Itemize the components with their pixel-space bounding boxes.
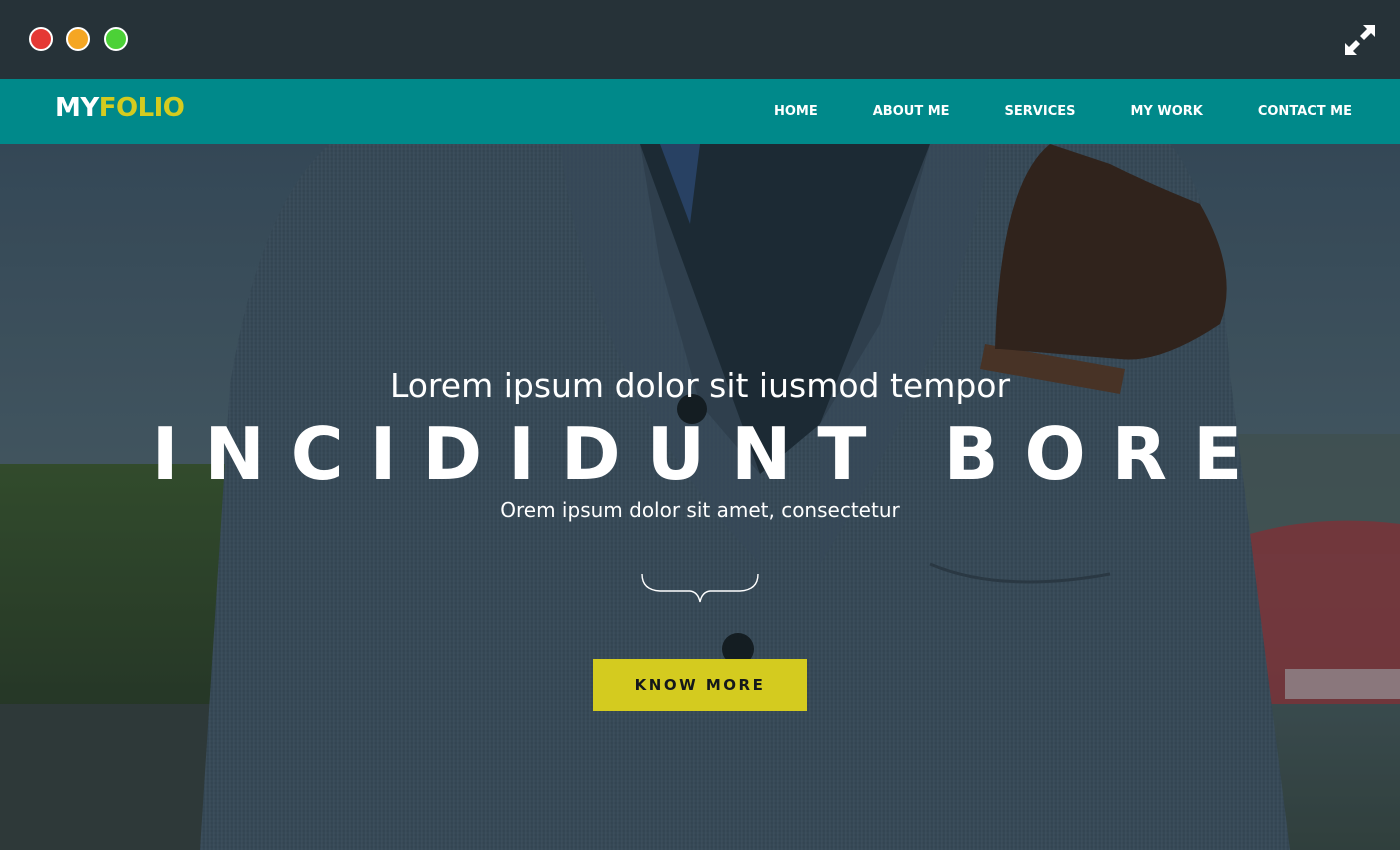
nav-services[interactable]: SERVICES <box>1005 104 1076 119</box>
nav-home[interactable]: HOME <box>774 104 818 119</box>
site-logo[interactable]: MYFOLIO <box>55 91 185 125</box>
window-titlebar <box>0 0 1400 79</box>
minimize-dot[interactable] <box>66 27 90 51</box>
hero-title: INCIDIDUNT BORE <box>151 412 1269 496</box>
know-more-button[interactable]: KNOW MORE <box>593 659 807 711</box>
hero-subtitle: Lorem ipsum dolor sit iusmod tempor <box>389 366 1011 405</box>
zoom-dot[interactable] <box>104 27 128 51</box>
logo-part-my: MY <box>55 93 99 123</box>
nav-about-me[interactable]: ABOUT ME <box>873 104 950 119</box>
nav-contact-me[interactable]: CONTACT ME <box>1258 104 1352 119</box>
nav-my-work[interactable]: MY WORK <box>1130 104 1202 119</box>
hero-section: Lorem ipsum dolor sit iusmod tempor INCI… <box>0 144 1400 850</box>
site-navbar: MYFOLIO HOME ABOUT ME SERVICES MY WORK C… <box>0 79 1400 144</box>
expand-arrows-icon[interactable] <box>1342 22 1378 58</box>
curly-brace-divider-icon <box>641 573 759 603</box>
close-dot[interactable] <box>29 27 53 51</box>
hero-tagline: Orem ipsum dolor sit amet, consectetur <box>500 498 900 522</box>
logo-part-folio: FOLIO <box>98 93 185 123</box>
main-nav: HOME ABOUT ME SERVICES MY WORK CONTACT M… <box>719 79 1352 144</box>
